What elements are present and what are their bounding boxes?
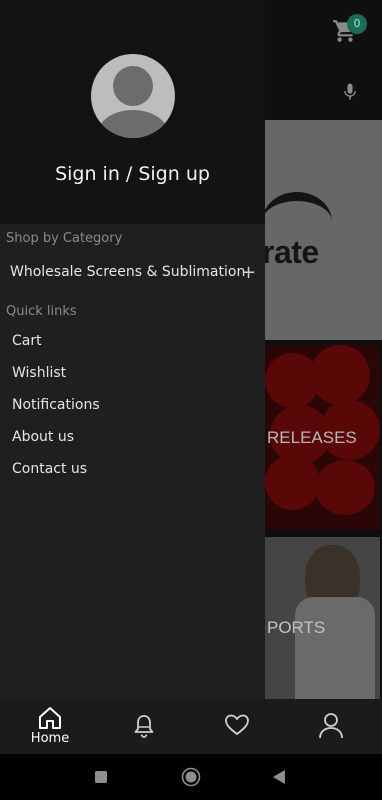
sign-in-link[interactable]: Sign in / Sign up [0, 163, 265, 185]
sports-label: PORTS [267, 618, 326, 637]
system-navigation-bar [0, 754, 382, 800]
navigation-drawer: Sign in / Sign up Shop by Category Whole… [0, 0, 265, 699]
home-icon [39, 707, 61, 729]
microphone-icon[interactable] [340, 80, 360, 108]
drawer-header: Sign in / Sign up [0, 0, 265, 224]
nav-home[interactable]: Home [20, 699, 80, 754]
quick-link-wishlist[interactable]: Wishlist [12, 365, 66, 381]
shop-by-category-heading: Shop by Category [6, 231, 123, 246]
quick-link-cart[interactable]: Cart [12, 333, 42, 349]
new-releases-label: RELEASES [267, 428, 357, 447]
quick-link-notifications[interactable]: Notifications [12, 397, 100, 413]
quick-link-contact-us[interactable]: Contact us [12, 461, 87, 477]
bottom-navigation: Home [0, 699, 382, 754]
category-wholesale-screens[interactable]: Wholesale Screens & Sublimation [10, 264, 260, 286]
plus-icon[interactable]: + [241, 264, 256, 282]
quick-link-about-us[interactable]: About us [12, 429, 74, 445]
nav-notifications[interactable] [124, 699, 164, 754]
home-circle-icon[interactable] [176, 754, 206, 800]
cart-badge: 0 [347, 14, 367, 34]
banner-text: rate [262, 234, 319, 270]
avatar[interactable] [91, 54, 175, 138]
back-icon[interactable] [264, 754, 294, 800]
nav-home-label: Home [30, 731, 70, 746]
quick-links-heading: Quick links [6, 304, 77, 319]
nav-wishlist[interactable] [217, 699, 257, 754]
bell-icon [134, 715, 154, 738]
heart-icon [225, 714, 249, 735]
profile-icon [319, 713, 343, 739]
recents-icon[interactable] [86, 754, 116, 800]
nav-profile[interactable] [311, 699, 351, 754]
